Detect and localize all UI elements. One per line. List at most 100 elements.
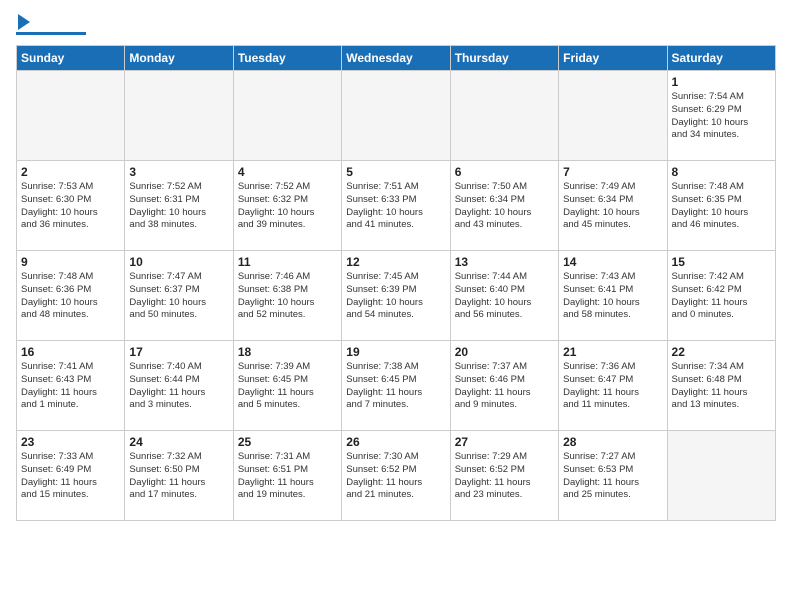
- calendar-week-0: 1 Sunrise: 7:54 AM Sunset: 6:29 PM Daylig…: [17, 71, 776, 161]
- day-info: Sunrise: 7:33 AM Sunset: 6:49 PM Dayligh…: [21, 451, 120, 502]
- calendar-cell: 16 Sunrise: 7:41 AM Sunset: 6:43 PM Dayli…: [17, 341, 125, 431]
- calendar-cell: [233, 71, 341, 161]
- day-number: 13: [455, 255, 554, 269]
- calendar-cell: 9 Sunrise: 7:48 AM Sunset: 6:36 PM Daylig…: [17, 251, 125, 341]
- day-number: 16: [21, 345, 120, 359]
- day-number: 17: [129, 345, 228, 359]
- calendar-cell: 13 Sunrise: 7:44 AM Sunset: 6:40 PM Dayli…: [450, 251, 558, 341]
- day-number: 14: [563, 255, 662, 269]
- calendar-cell: [17, 71, 125, 161]
- calendar-cell: 1 Sunrise: 7:54 AM Sunset: 6:29 PM Daylig…: [667, 71, 775, 161]
- day-info: Sunrise: 7:52 AM Sunset: 6:32 PM Dayligh…: [238, 181, 337, 232]
- calendar-cell: [125, 71, 233, 161]
- calendar-cell: 28 Sunrise: 7:27 AM Sunset: 6:53 PM Dayli…: [559, 431, 667, 521]
- calendar-cell: 15 Sunrise: 7:42 AM Sunset: 6:42 PM Dayli…: [667, 251, 775, 341]
- day-number: 11: [238, 255, 337, 269]
- day-number: 27: [455, 435, 554, 449]
- calendar-cell: 11Sunrise: 7:46 AM Sunset: 6:38 PM Dayli…: [233, 251, 341, 341]
- day-number: 21: [563, 345, 662, 359]
- calendar-week-3: 16 Sunrise: 7:41 AM Sunset: 6:43 PM Dayli…: [17, 341, 776, 431]
- day-info: Sunrise: 7:38 AM Sunset: 6:45 PM Dayligh…: [346, 361, 445, 412]
- calendar-cell: 27 Sunrise: 7:29 AM Sunset: 6:52 PM Dayli…: [450, 431, 558, 521]
- day-number: 28: [563, 435, 662, 449]
- day-info: Sunrise: 7:30 AM Sunset: 6:52 PM Dayligh…: [346, 451, 445, 502]
- weekday-header-thursday: Thursday: [450, 46, 558, 71]
- calendar-week-2: 9 Sunrise: 7:48 AM Sunset: 6:36 PM Daylig…: [17, 251, 776, 341]
- day-number: 9: [21, 255, 120, 269]
- weekday-header-tuesday: Tuesday: [233, 46, 341, 71]
- day-info: Sunrise: 7:41 AM Sunset: 6:43 PM Dayligh…: [21, 361, 120, 412]
- calendar-cell: 6Sunrise: 7:50 AM Sunset: 6:34 PM Daylig…: [450, 161, 558, 251]
- day-number: 25: [238, 435, 337, 449]
- day-number: 24: [129, 435, 228, 449]
- weekday-header-friday: Friday: [559, 46, 667, 71]
- calendar-cell: 21 Sunrise: 7:36 AM Sunset: 6:47 PM Dayli…: [559, 341, 667, 431]
- day-info: Sunrise: 7:40 AM Sunset: 6:44 PM Dayligh…: [129, 361, 228, 412]
- calendar-cell: 19 Sunrise: 7:38 AM Sunset: 6:45 PM Dayli…: [342, 341, 450, 431]
- calendar-cell: 12 Sunrise: 7:45 AM Sunset: 6:39 PM Dayli…: [342, 251, 450, 341]
- day-info: Sunrise: 7:51 AM Sunset: 6:33 PM Dayligh…: [346, 181, 445, 232]
- calendar-cell: 20 Sunrise: 7:37 AM Sunset: 6:46 PM Dayli…: [450, 341, 558, 431]
- calendar-cell: 8Sunrise: 7:48 AM Sunset: 6:35 PM Daylig…: [667, 161, 775, 251]
- weekday-header-saturday: Saturday: [667, 46, 775, 71]
- calendar-cell: [450, 71, 558, 161]
- day-info: Sunrise: 7:53 AM Sunset: 6:30 PM Dayligh…: [21, 181, 120, 232]
- calendar-header-row: SundayMondayTuesdayWednesdayThursdayFrid…: [17, 46, 776, 71]
- day-info: Sunrise: 7:48 AM Sunset: 6:36 PM Dayligh…: [21, 271, 120, 322]
- day-info: Sunrise: 7:49 AM Sunset: 6:34 PM Dayligh…: [563, 181, 662, 232]
- day-info: Sunrise: 7:45 AM Sunset: 6:39 PM Dayligh…: [346, 271, 445, 322]
- calendar-cell: 3 Sunrise: 7:52 AM Sunset: 6:31 PM Daylig…: [125, 161, 233, 251]
- calendar-cell: [667, 431, 775, 521]
- day-number: 22: [672, 345, 771, 359]
- calendar-cell: 18 Sunrise: 7:39 AM Sunset: 6:45 PM Dayli…: [233, 341, 341, 431]
- calendar-table: SundayMondayTuesdayWednesdayThursdayFrid…: [16, 45, 776, 521]
- day-number: 3: [129, 165, 228, 179]
- calendar-cell: 22 Sunrise: 7:34 AM Sunset: 6:48 PM Dayli…: [667, 341, 775, 431]
- calendar-cell: 7 Sunrise: 7:49 AM Sunset: 6:34 PM Daylig…: [559, 161, 667, 251]
- calendar-week-1: 2 Sunrise: 7:53 AM Sunset: 6:30 PM Daylig…: [17, 161, 776, 251]
- calendar-cell: 17 Sunrise: 7:40 AM Sunset: 6:44 PM Dayli…: [125, 341, 233, 431]
- day-number: 12: [346, 255, 445, 269]
- day-info: Sunrise: 7:31 AM Sunset: 6:51 PM Dayligh…: [238, 451, 337, 502]
- day-number: 5: [346, 165, 445, 179]
- calendar-cell: 24 Sunrise: 7:32 AM Sunset: 6:50 PM Dayli…: [125, 431, 233, 521]
- day-info: Sunrise: 7:50 AM Sunset: 6:34 PM Dayligh…: [455, 181, 554, 232]
- day-info: Sunrise: 7:37 AM Sunset: 6:46 PM Dayligh…: [455, 361, 554, 412]
- day-info: Sunrise: 7:34 AM Sunset: 6:48 PM Dayligh…: [672, 361, 771, 412]
- day-info: Sunrise: 7:27 AM Sunset: 6:53 PM Dayligh…: [563, 451, 662, 502]
- day-number: 23: [21, 435, 120, 449]
- day-number: 1: [672, 75, 771, 89]
- calendar-cell: 2 Sunrise: 7:53 AM Sunset: 6:30 PM Daylig…: [17, 161, 125, 251]
- day-number: 26: [346, 435, 445, 449]
- logo-arrow-icon: [18, 14, 30, 30]
- calendar-week-4: 23 Sunrise: 7:33 AM Sunset: 6:49 PM Dayli…: [17, 431, 776, 521]
- day-info: Sunrise: 7:44 AM Sunset: 6:40 PM Dayligh…: [455, 271, 554, 322]
- calendar-cell: 10Sunrise: 7:47 AM Sunset: 6:37 PM Dayli…: [125, 251, 233, 341]
- logo: [16, 16, 86, 35]
- day-number: 18: [238, 345, 337, 359]
- day-info: Sunrise: 7:42 AM Sunset: 6:42 PM Dayligh…: [672, 271, 771, 322]
- day-info: Sunrise: 7:36 AM Sunset: 6:47 PM Dayligh…: [563, 361, 662, 412]
- weekday-header-wednesday: Wednesday: [342, 46, 450, 71]
- day-info: Sunrise: 7:32 AM Sunset: 6:50 PM Dayligh…: [129, 451, 228, 502]
- day-number: 20: [455, 345, 554, 359]
- calendar-cell: [559, 71, 667, 161]
- logo-underline: [16, 32, 86, 35]
- day-info: Sunrise: 7:29 AM Sunset: 6:52 PM Dayligh…: [455, 451, 554, 502]
- calendar-cell: 25 Sunrise: 7:31 AM Sunset: 6:51 PM Dayli…: [233, 431, 341, 521]
- day-number: 19: [346, 345, 445, 359]
- calendar-cell: 14 Sunrise: 7:43 AM Sunset: 6:41 PM Dayli…: [559, 251, 667, 341]
- calendar-cell: 5 Sunrise: 7:51 AM Sunset: 6:33 PM Daylig…: [342, 161, 450, 251]
- day-info: Sunrise: 7:52 AM Sunset: 6:31 PM Dayligh…: [129, 181, 228, 232]
- calendar-cell: 4Sunrise: 7:52 AM Sunset: 6:32 PM Daylig…: [233, 161, 341, 251]
- calendar-cell: [342, 71, 450, 161]
- day-info: Sunrise: 7:39 AM Sunset: 6:45 PM Dayligh…: [238, 361, 337, 412]
- day-info: Sunrise: 7:54 AM Sunset: 6:29 PM Dayligh…: [672, 91, 771, 142]
- day-info: Sunrise: 7:43 AM Sunset: 6:41 PM Dayligh…: [563, 271, 662, 322]
- day-number: 7: [563, 165, 662, 179]
- day-number: 15: [672, 255, 771, 269]
- header: [16, 16, 776, 35]
- day-number: 10: [129, 255, 228, 269]
- day-number: 2: [21, 165, 120, 179]
- day-info: Sunrise: 7:48 AM Sunset: 6:35 PM Dayligh…: [672, 181, 771, 232]
